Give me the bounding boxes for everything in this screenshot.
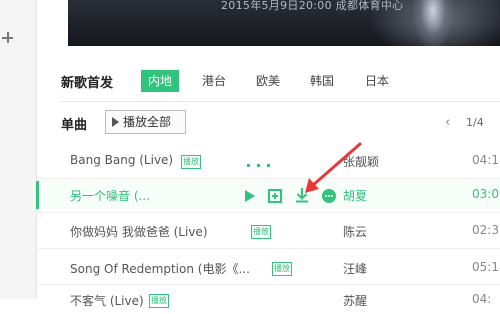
section-title-new-songs: 新歌首发 [61, 76, 114, 91]
download-icon[interactable] [294, 187, 310, 203]
song-artist[interactable]: 苏醒 [343, 292, 367, 309]
pager-indicator: 1/4 [466, 116, 484, 129]
song-title[interactable]: 你做妈妈 我做爸爸 (Live) [70, 223, 208, 240]
banner-performer-image [413, 0, 453, 46]
song-title[interactable]: Song Of Redemption (电影《... [70, 260, 250, 277]
mv-badge[interactable]: 播放 [149, 294, 169, 308]
song-artist[interactable]: 张靓颖 [343, 153, 379, 170]
song-duration: 04:1 [472, 153, 499, 167]
singles-title: 单曲 [61, 118, 88, 133]
song-artist[interactable]: 陈云 [343, 223, 367, 240]
song-duration: 03:0 [472, 187, 499, 201]
plus-icon[interactable] [2, 32, 14, 44]
song-artist[interactable]: 胡夏 [343, 187, 367, 204]
mv-badge[interactable]: 播放 [181, 155, 201, 169]
mv-badge[interactable]: 播放 [272, 262, 292, 276]
song-row[interactable]: 你做妈妈 我做爸爸 (Live) 播放 陈云 02:3 [36, 217, 500, 245]
tab-gangtai[interactable]: 港台 [202, 70, 226, 92]
song-row-hovered[interactable]: 另一个噪音 (... 胡夏 03:0 [36, 181, 500, 209]
song-artist[interactable]: 汪峰 [343, 260, 367, 277]
add-icon[interactable] [268, 189, 282, 203]
song-duration: 04: [472, 292, 492, 306]
song-title[interactable]: 不客气 (Live) [70, 292, 144, 309]
song-title[interactable]: Bang Bang (Live) [70, 153, 173, 167]
song-row[interactable]: Bang Bang (Live) 播放 张靓颖 04:1 [36, 147, 500, 175]
tab-neidi[interactable]: 内地 [141, 70, 180, 92]
play-all-button[interactable]: 播放全部 [105, 110, 186, 134]
play-icon [112, 117, 119, 127]
tab-oumei[interactable]: 欧美 [256, 70, 280, 92]
row-divider [36, 248, 500, 249]
playing-bars-icon [247, 164, 277, 167]
concert-banner[interactable]: 2015年5月9日20:00 成都体育中心 [68, 0, 500, 46]
tab-hanguo[interactable]: 韩国 [310, 70, 334, 92]
left-sidebar [0, 0, 37, 299]
pager-prev-button[interactable]: ‹ [445, 115, 450, 130]
play-icon[interactable] [245, 190, 255, 202]
section-divider [61, 101, 500, 102]
more-icon[interactable] [322, 189, 336, 203]
row-divider [36, 178, 500, 179]
tab-riben[interactable]: 日本 [365, 70, 389, 92]
row-divider [36, 212, 500, 213]
song-title[interactable]: 另一个噪音 (... [70, 187, 150, 204]
song-row[interactable]: Song Of Redemption (电影《... 播放 汪峰 05:1 [36, 254, 500, 282]
row-divider [36, 284, 500, 285]
song-duration: 05:1 [472, 260, 499, 274]
play-all-label: 播放全部 [123, 115, 172, 129]
song-duration: 02:3 [472, 223, 499, 237]
mv-badge[interactable]: 播放 [251, 225, 271, 239]
song-row[interactable]: 不客气 (Live) 播放 苏醒 04: [36, 286, 500, 314]
banner-caption: 2015年5月9日20:00 成都体育中心 [221, 0, 404, 12]
